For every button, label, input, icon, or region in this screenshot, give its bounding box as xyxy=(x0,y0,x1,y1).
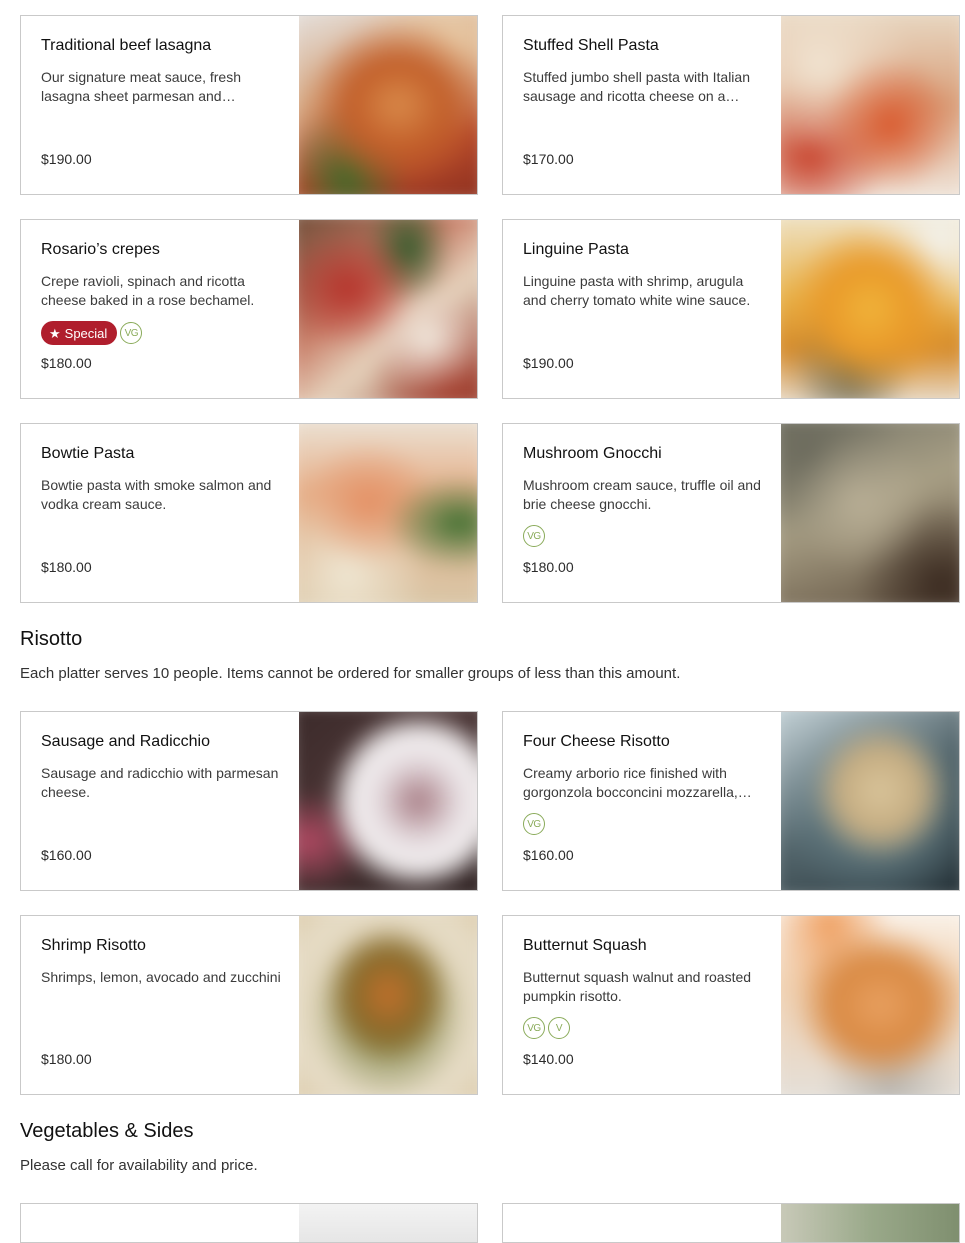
stuffed-shell-photo xyxy=(781,16,959,194)
menu-item-card[interactable]: Shrimp Risotto Shrimps, lemon, avocado a… xyxy=(20,915,478,1095)
menu-item-badges: VG V xyxy=(523,1017,570,1039)
menu-item-info: Four Cheese Risotto Creamy arborio rice … xyxy=(523,712,763,890)
menu-item-price: $190.00 xyxy=(41,151,92,167)
menu-item-price: $170.00 xyxy=(523,151,574,167)
menu-item-title: Bowtie Pasta xyxy=(41,445,135,462)
shrimp-risotto-photo xyxy=(299,916,477,1094)
menu-item-title: Rosario’s crepes xyxy=(41,241,160,258)
menu-item-title: Butternut Squash xyxy=(523,937,647,954)
bowtie-photo xyxy=(299,424,477,602)
butternut-photo xyxy=(781,916,959,1094)
menu-item-price: $140.00 xyxy=(523,1051,574,1067)
star-icon: ★ xyxy=(49,325,61,341)
menu-item-title: Four Cheese Risotto xyxy=(523,733,670,750)
vegan-badge: V xyxy=(548,1017,570,1039)
vegetables-menu-grid xyxy=(20,1203,960,1243)
menu-item-description: Butternut squash walnut and roasted pump… xyxy=(523,969,752,1004)
menu-item-info: Linguine Pasta Linguine pasta with shrim… xyxy=(523,220,763,398)
menu-item-info: Bowtie Pasta Bowtie pasta with smoke sal… xyxy=(41,424,281,602)
vegetarian-badge: VG xyxy=(120,322,143,344)
special-badge: ★ Special xyxy=(41,321,118,345)
menu-item-badges: VG xyxy=(523,813,545,835)
menu-item-card[interactable]: Traditional beef lasagna Our signature m… xyxy=(20,15,478,195)
menu-item-price: $180.00 xyxy=(41,559,92,575)
section-note-vegetables: Please call for availability and price. xyxy=(20,1157,258,1174)
section-heading-vegetables: Vegetables & Sides xyxy=(20,1120,194,1142)
menu-item-description: Stuffed jumbo shell pasta with Italian s… xyxy=(523,69,750,104)
menu-item-title: Mushroom Gnocchi xyxy=(523,445,662,462)
menu-item-card[interactable]: Linguine Pasta Linguine pasta with shrim… xyxy=(502,219,960,399)
menu-item-description: Sausage and radicchio with parmesan chee… xyxy=(41,765,279,800)
menu-item-price: $180.00 xyxy=(523,559,574,575)
menu-item-info: Sausage and Radicchio Sausage and radicc… xyxy=(41,712,281,890)
vegetarian-badge: VG xyxy=(523,813,545,835)
menu-item-card[interactable]: Sausage and Radicchio Sausage and radicc… xyxy=(20,711,478,891)
menu-item-info: Mushroom Gnocchi Mushroom cream sauce, t… xyxy=(523,424,763,602)
menu-item-description: Mushroom cream sauce, truffle oil and br… xyxy=(523,477,761,512)
menu-item-title: Traditional beef lasagna xyxy=(41,37,212,54)
menu-item-card[interactable]: Butternut Squash Butternut squash walnut… xyxy=(502,915,960,1095)
section-note-risotto: Each platter serves 10 people. Items can… xyxy=(20,665,681,682)
menu-item-title: Shrimp Risotto xyxy=(41,937,146,954)
menu-item-info: Rosario’s crepes Crepe ravioli, spinach … xyxy=(41,220,281,398)
linguine-photo xyxy=(781,220,959,398)
menu-item-info: Stuffed Shell Pasta Stuffed jumbo shell … xyxy=(523,16,763,194)
menu-item-description: Bowtie pasta with smoke salmon and vodka… xyxy=(41,477,272,512)
menu-item-description: Our signature meat sauce, fresh lasagna … xyxy=(41,69,241,104)
lasagna-photo xyxy=(299,16,477,194)
menu-item-description: Crepe ravioli, spinach and ricotta chees… xyxy=(41,273,255,308)
menu-item-info: Traditional beef lasagna Our signature m… xyxy=(41,16,281,194)
menu-item-card[interactable]: Mushroom Gnocchi Mushroom cream sauce, t… xyxy=(502,423,960,603)
menu-item-price: $160.00 xyxy=(41,847,92,863)
menu-item-photo xyxy=(781,1204,959,1242)
vegetarian-badge: VG xyxy=(523,525,545,547)
menu-item-card[interactable]: Four Cheese Risotto Creamy arborio rice … xyxy=(502,711,960,891)
menu-item-card[interactable]: Bowtie Pasta Bowtie pasta with smoke sal… xyxy=(20,423,478,603)
menu-item-info: Butternut Squash Butternut squash walnut… xyxy=(523,916,763,1094)
gnocchi-photo xyxy=(781,424,959,602)
menu-item-price: $190.00 xyxy=(523,355,574,371)
menu-item-card[interactable] xyxy=(20,1203,478,1243)
menu-item-price: $180.00 xyxy=(41,355,92,371)
menu-item-title: Linguine Pasta xyxy=(523,241,629,258)
menu-item-description: Creamy arborio rice finished with gorgon… xyxy=(523,765,738,800)
menu-item-photo xyxy=(299,1204,477,1242)
section-heading-risotto: Risotto xyxy=(20,628,83,650)
menu-item-title: Sausage and Radicchio xyxy=(41,733,211,750)
menu-item-info: Shrimp Risotto Shrimps, lemon, avocado a… xyxy=(41,916,281,1094)
menu-item-description: Shrimps, lemon, avocado and zucchini xyxy=(41,969,281,985)
menu-item-card[interactable]: Stuffed Shell Pasta Stuffed jumbo shell … xyxy=(502,15,960,195)
menu-item-price: $160.00 xyxy=(523,847,574,863)
menu-item-title: Stuffed Shell Pasta xyxy=(523,37,659,54)
menu-item-card[interactable]: Rosario’s crepes Crepe ravioli, spinach … xyxy=(20,219,478,399)
sausage-radicchio-photo xyxy=(299,712,477,890)
four-cheese-photo xyxy=(781,712,959,890)
pasta-menu-grid: Traditional beef lasagna Our signature m… xyxy=(20,15,960,603)
special-badge-label: Special xyxy=(64,325,108,341)
menu-item-badges: ★ Special VG xyxy=(41,321,143,345)
crepes-photo xyxy=(299,220,477,398)
menu-item-badges: VG xyxy=(523,525,545,547)
risotto-menu-grid: Sausage and Radicchio Sausage and radicc… xyxy=(20,711,960,1095)
vegetarian-badge: VG xyxy=(523,1017,545,1039)
menu-item-price: $180.00 xyxy=(41,1051,92,1067)
menu-item-card[interactable] xyxy=(502,1203,960,1243)
menu-item-description: Linguine pasta with shrimp, arugula and … xyxy=(523,273,751,308)
